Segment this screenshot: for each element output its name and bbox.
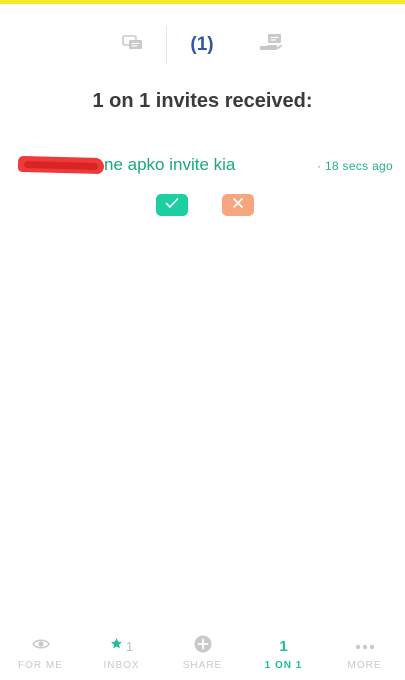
invites-count: (1) — [190, 34, 214, 55]
nav-label: 1 ON 1 — [264, 660, 303, 671]
nav-inbox[interactable]: 1 INBOX — [81, 630, 162, 680]
nav-share[interactable]: SHARE — [162, 630, 243, 680]
tab-requests[interactable] — [236, 22, 306, 68]
tab-invites[interactable]: (1) — [168, 22, 236, 68]
reject-invite-button[interactable] — [222, 194, 254, 216]
nav-label: SHARE — [182, 660, 223, 671]
tab-divider — [166, 26, 167, 64]
more-dots-icon — [355, 637, 375, 655]
nav-label: MORE — [347, 660, 382, 671]
redacted-sender-name — [17, 155, 105, 175]
one-on-one-count: 1 — [279, 637, 288, 655]
invite-timestamp: · 18 secs ago — [317, 159, 393, 173]
bottom-nav: FOR ME 1 INBOX SHARE 1 1 ON 1 MORE — [0, 630, 405, 680]
chat-bubbles-icon — [122, 34, 144, 57]
nav-for-me[interactable]: FOR ME — [0, 630, 81, 680]
plus-circle-icon — [194, 635, 212, 658]
tab-chats[interactable] — [100, 22, 166, 68]
nav-1-on-1[interactable]: 1 1 ON 1 — [243, 630, 324, 680]
star-icon — [110, 637, 123, 655]
hand-request-icon — [259, 33, 283, 58]
accept-invite-button[interactable] — [156, 194, 188, 216]
nav-label: INBOX — [103, 660, 140, 671]
page-title: 1 on 1 invites received: — [92, 90, 313, 112]
close-icon — [232, 196, 244, 214]
eye-icon — [31, 637, 50, 655]
top-tab-bar: (1) — [0, 22, 405, 68]
check-icon — [165, 196, 179, 214]
inbox-count: 1 — [125, 638, 134, 654]
top-accent-bar — [0, 0, 405, 4]
nav-more[interactable]: MORE — [324, 630, 405, 680]
invite-message: ne apko invite kia — [104, 155, 236, 174]
nav-label: FOR ME — [18, 660, 63, 671]
invite-row: ne apko invite kia · 18 secs ago — [17, 155, 393, 179]
